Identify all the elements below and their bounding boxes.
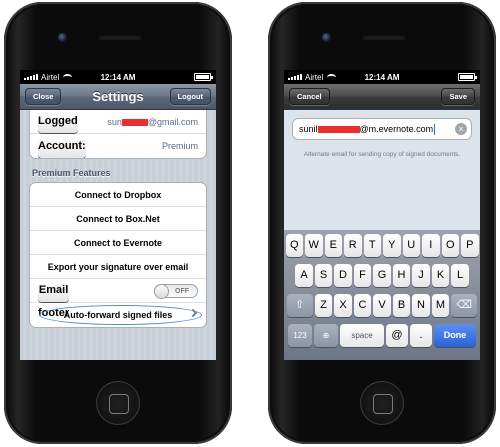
home-button[interactable] bbox=[360, 381, 404, 425]
account-group: Logged in: sun @gmail.com Account: Premiu… bbox=[29, 110, 207, 159]
email-footer-row: Email footer OFF bbox=[30, 279, 206, 319]
email-footer-toggle[interactable]: OFF bbox=[154, 283, 198, 299]
status-bar: Airtel 12:14 AM bbox=[20, 70, 216, 84]
connect-evernote-button[interactable]: Connect to Evernote bbox=[30, 231, 206, 255]
shift-key[interactable]: ⇧ bbox=[286, 294, 313, 317]
email-footer-label: Email footer bbox=[38, 279, 70, 319]
settings-navbar: Close Settings Logout bbox=[20, 84, 216, 110]
dot-key[interactable]: . bbox=[410, 324, 432, 347]
numbers-key[interactable]: 123 bbox=[288, 324, 312, 347]
battery-icon bbox=[458, 73, 477, 81]
key-g[interactable]: G bbox=[373, 264, 391, 287]
logged-in-row: Logged in: sun @gmail.com bbox=[30, 110, 206, 150]
connect-box-button[interactable]: Connect to Box.Net bbox=[30, 207, 206, 231]
speaker bbox=[98, 34, 142, 40]
key-h[interactable]: H bbox=[392, 264, 411, 287]
key-z[interactable]: Z bbox=[314, 294, 333, 317]
keyboard-row-3: ⇧ ZXCVBNM ⌫ bbox=[286, 294, 478, 317]
key-a[interactable]: A bbox=[295, 264, 313, 287]
export-signature-button[interactable]: Export your signature over email bbox=[30, 255, 206, 279]
key-n[interactable]: N bbox=[412, 294, 430, 317]
toggle-state: OFF bbox=[175, 287, 189, 295]
home-button[interactable] bbox=[96, 381, 140, 425]
settings-content: Logged in: sun @gmail.com Account: Premiu… bbox=[20, 110, 216, 360]
key-m[interactable]: M bbox=[431, 294, 450, 317]
key-j[interactable]: J bbox=[412, 264, 430, 287]
key-c[interactable]: C bbox=[353, 294, 372, 317]
key-p[interactable]: P bbox=[461, 234, 479, 257]
key-u[interactable]: U bbox=[402, 234, 420, 257]
email-suffix: @gmail.com bbox=[147, 116, 198, 127]
key-i[interactable]: I bbox=[422, 234, 440, 257]
speaker bbox=[362, 34, 406, 40]
clear-icon[interactable]: × bbox=[455, 123, 467, 135]
key-y[interactable]: Y bbox=[383, 234, 401, 257]
alternate-email-field[interactable]: sunil @m.evernote.com × bbox=[292, 118, 472, 140]
keyboard-row-2: ASDFGHJKL bbox=[286, 264, 478, 287]
cancel-button[interactable]: Cancel bbox=[289, 88, 330, 105]
key-t[interactable]: T bbox=[363, 234, 381, 257]
premium-features-header: Premium Features bbox=[32, 168, 111, 178]
space-key[interactable]: space bbox=[340, 324, 384, 347]
globe-key[interactable]: ⊕ bbox=[314, 324, 338, 347]
email-navbar: Cancel Save bbox=[284, 84, 480, 110]
auto-forward-row[interactable]: Auto-forward signed files bbox=[30, 303, 206, 327]
keyboard-row-4: 123 ⊕ space @ . Done bbox=[286, 324, 478, 347]
phone-right: Airtel 12:14 AM Cancel Save sunil @m.ever… bbox=[268, 2, 496, 444]
key-d[interactable]: D bbox=[334, 264, 352, 287]
phone-left: Airtel 12:14 AM Close Settings Logout Lo… bbox=[4, 2, 232, 444]
redaction-mark bbox=[317, 126, 360, 134]
key-k[interactable]: K bbox=[431, 264, 450, 287]
connect-dropbox-button[interactable]: Connect to Dropbox bbox=[30, 183, 206, 207]
logged-in-label: Logged in: bbox=[38, 110, 78, 150]
backspace-key[interactable]: ⌫ bbox=[451, 294, 478, 317]
account-label: Account: bbox=[38, 134, 86, 158]
account-value: Premium bbox=[161, 141, 198, 151]
email-prefix: sun bbox=[107, 116, 122, 127]
email-prefix: sunil bbox=[299, 124, 318, 134]
key-f[interactable]: F bbox=[353, 264, 372, 287]
key-x[interactable]: X bbox=[334, 294, 352, 317]
battery-icon bbox=[194, 73, 213, 81]
key-w[interactable]: W bbox=[305, 234, 323, 257]
premium-group: Connect to Dropbox Connect to Box.Net Co… bbox=[29, 182, 207, 328]
status-time: 12:14 AM bbox=[100, 72, 136, 82]
camera bbox=[322, 33, 331, 42]
key-v[interactable]: V bbox=[373, 294, 391, 317]
status-time: 12:14 AM bbox=[364, 72, 400, 82]
logged-in-email: sun @gmail.com bbox=[107, 117, 198, 127]
toggle-knob bbox=[154, 283, 169, 299]
highlight-ellipse bbox=[39, 305, 202, 325]
email-area: sunil @m.evernote.com × Alternate email f… bbox=[284, 110, 480, 230]
keyboard-letters-row-3: ZXCVBNM bbox=[314, 294, 450, 317]
key-o[interactable]: O bbox=[441, 234, 459, 257]
email-screen: Airtel 12:14 AM Cancel Save sunil @m.ever… bbox=[284, 70, 480, 360]
keyboard: QWERTYUIOP ASDFGHJKL ⇧ ZXCVBNM ⌫ 123 ⊕ s… bbox=[284, 230, 480, 360]
logout-button[interactable]: Logout bbox=[169, 88, 211, 105]
redaction-mark bbox=[121, 118, 148, 126]
settings-screen: Airtel 12:14 AM Close Settings Logout Lo… bbox=[20, 70, 216, 360]
at-key[interactable]: @ bbox=[386, 324, 408, 347]
account-row: Account: Premium bbox=[30, 134, 206, 158]
text-cursor bbox=[434, 124, 436, 136]
save-button[interactable]: Save bbox=[441, 88, 475, 105]
camera bbox=[58, 33, 67, 42]
key-l[interactable]: L bbox=[451, 264, 469, 287]
key-q[interactable]: Q bbox=[285, 234, 303, 257]
key-e[interactable]: E bbox=[324, 234, 342, 257]
keyboard-row-1: QWERTYUIOP bbox=[285, 234, 479, 257]
status-bar: Airtel 12:14 AM bbox=[284, 70, 480, 84]
key-s[interactable]: S bbox=[314, 264, 333, 287]
email-hint: Alternate email for sending copy of sign… bbox=[303, 151, 461, 158]
key-r[interactable]: R bbox=[344, 234, 362, 257]
done-key[interactable]: Done bbox=[434, 324, 476, 347]
email-suffix: @m.evernote.com bbox=[359, 124, 434, 134]
key-b[interactable]: B bbox=[392, 294, 411, 317]
